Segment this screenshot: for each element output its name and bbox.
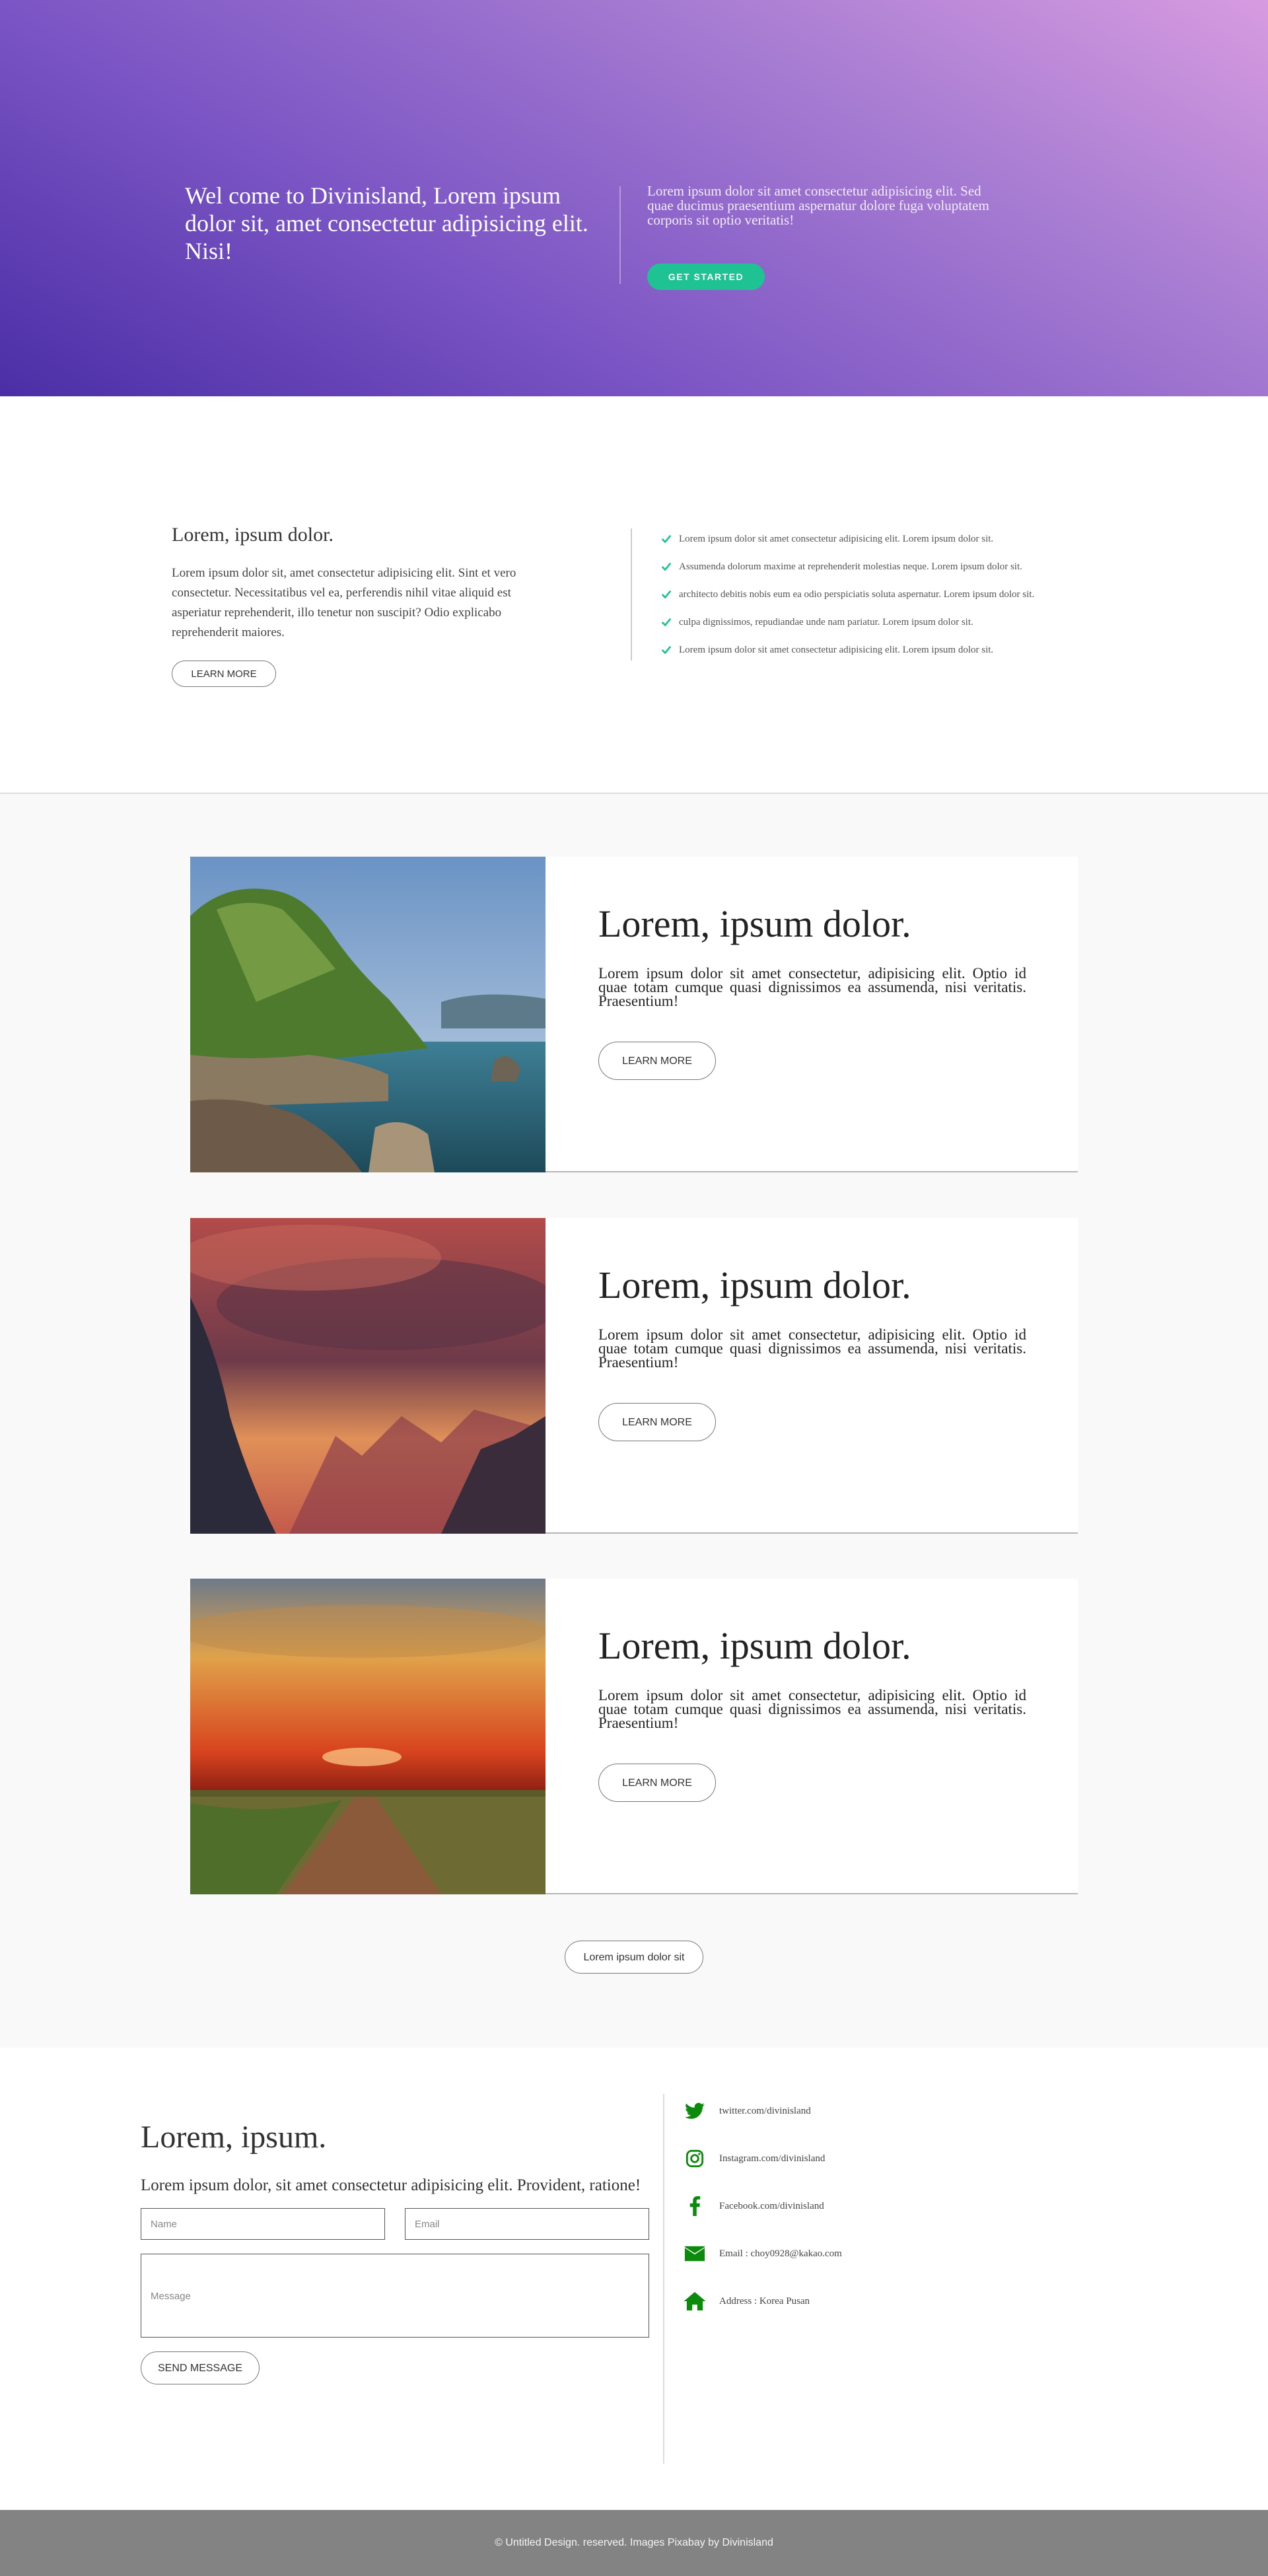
social-link-label: Instagram.com/divinisland xyxy=(719,2153,826,2164)
social-link-label: Email : choy0928@kakao.com xyxy=(719,2248,842,2259)
footer-text: © Untitled Design. reserved. Images Pixa… xyxy=(495,2537,773,2548)
social-link-label: twitter.com/divinisland xyxy=(719,2105,811,2116)
learn-more-button[interactable]: LEARN MORE xyxy=(172,661,276,687)
check-icon xyxy=(661,618,672,627)
checklist-item: Lorem ipsum dolor sit amet consectetur a… xyxy=(660,525,1110,553)
checklist-item: Lorem ipsum dolor sit amet consectetur a… xyxy=(660,636,1110,664)
social-link-label: Facebook.com/divinisland xyxy=(719,2200,824,2211)
card-title: Lorem, ipsum dolor. xyxy=(598,902,911,945)
hero-title: Wel come to Divinisland, Lorem ipsum dol… xyxy=(185,182,588,264)
intro-divider xyxy=(631,528,632,661)
card-text: Lorem ipsum dolor sit amet consectetur, … xyxy=(598,965,1026,1009)
feature-card: Lorem, ipsum dolor. Lorem ipsum dolor si… xyxy=(190,1218,1078,1534)
checklist-item: Assumenda dolorum maxime at reprehenderi… xyxy=(660,553,1110,581)
checklist-item-text: Lorem ipsum dolor sit amet consectetur a… xyxy=(679,644,994,655)
check-icon xyxy=(661,534,672,544)
checklist-item: culpa dignissimos, repudiandae unde nam … xyxy=(660,608,1110,636)
social-link-email[interactable]: Email : choy0928@kakao.com xyxy=(684,2230,842,2277)
card-text: Lorem ipsum dolor sit amet consectetur, … xyxy=(598,1326,1026,1371)
coastal-cliff-image xyxy=(190,857,546,1172)
email-icon xyxy=(684,2242,706,2265)
feature-card: Lorem, ipsum dolor. Lorem ipsum dolor si… xyxy=(190,857,1078,1172)
home-icon xyxy=(684,2290,706,2312)
twitter-icon xyxy=(684,2100,706,2122)
checklist-item-text: Lorem ipsum dolor sit amet consectetur a… xyxy=(679,533,994,544)
contact-divider xyxy=(663,2094,664,2464)
get-started-button[interactable]: GET STARTED xyxy=(647,264,765,290)
checklist-item-text: culpa dignissimos, repudiandae unde nam … xyxy=(679,616,973,627)
contact-title: Lorem, ipsum. xyxy=(141,2120,327,2155)
card-title: Lorem, ipsum dolor. xyxy=(598,1264,911,1306)
hero-divider xyxy=(619,186,621,284)
social-link-label: Address : Korea Pusan xyxy=(719,2295,810,2307)
load-more-button[interactable]: Lorem ipsum dolor sit xyxy=(565,1941,703,1974)
check-icon xyxy=(661,590,672,599)
card-text: Lorem ipsum dolor sit amet consectetur, … xyxy=(598,1687,1026,1731)
message-field[interactable] xyxy=(141,2254,649,2338)
contact-text: Lorem ipsum dolor, sit amet consectetur … xyxy=(141,2176,641,2194)
checklist-item-text: architecto debitis nobis eum ea odio per… xyxy=(679,589,1035,600)
card-learn-more-button[interactable]: LEARN MORE xyxy=(598,1403,716,1441)
check-icon xyxy=(661,562,672,571)
intro-text: Lorem ipsum dolor sit, amet consectetur … xyxy=(172,566,516,639)
social-link-facebook[interactable]: Facebook.com/divinisland xyxy=(684,2182,842,2230)
social-link-instagram[interactable]: Instagram.com/divinisland xyxy=(684,2135,842,2182)
footer: © Untitled Design. reserved. Images Pixa… xyxy=(0,2510,1268,2576)
social-links: twitter.com/divinisland Instagram.com/di… xyxy=(684,2087,842,2325)
hero-section: Wel come to Divinisland, Lorem ipsum dol… xyxy=(0,0,1268,396)
checklist-item: architecto debitis nobis eum ea odio per… xyxy=(660,581,1110,608)
mountain-sunset-image xyxy=(190,1218,546,1534)
social-link-twitter[interactable]: twitter.com/divinisland xyxy=(684,2087,842,2135)
feature-card: Lorem, ipsum dolor. Lorem ipsum dolor si… xyxy=(190,1579,1078,1894)
field-sunset-image xyxy=(190,1579,546,1894)
card-learn-more-button[interactable]: LEARN MORE xyxy=(598,1042,716,1080)
send-message-button[interactable]: SEND MESSAGE xyxy=(141,2351,260,2384)
card-learn-more-button[interactable]: LEARN MORE xyxy=(598,1764,716,1802)
social-link-address: Address : Korea Pusan xyxy=(684,2277,842,2325)
intro-title: Lorem, ipsum dolor. xyxy=(172,524,334,546)
instagram-icon xyxy=(684,2147,706,2170)
email-field[interactable] xyxy=(405,2208,649,2240)
name-field[interactable] xyxy=(141,2208,385,2240)
facebook-icon xyxy=(684,2195,706,2217)
checklist-item-text: Assumenda dolorum maxime at reprehenderi… xyxy=(679,561,1022,572)
card-title: Lorem, ipsum dolor. xyxy=(598,1624,911,1667)
feature-checklist: Lorem ipsum dolor sit amet consectetur a… xyxy=(660,525,1110,664)
check-icon xyxy=(661,645,672,655)
hero-text: Lorem ipsum dolor sit amet consectetur a… xyxy=(647,183,989,228)
